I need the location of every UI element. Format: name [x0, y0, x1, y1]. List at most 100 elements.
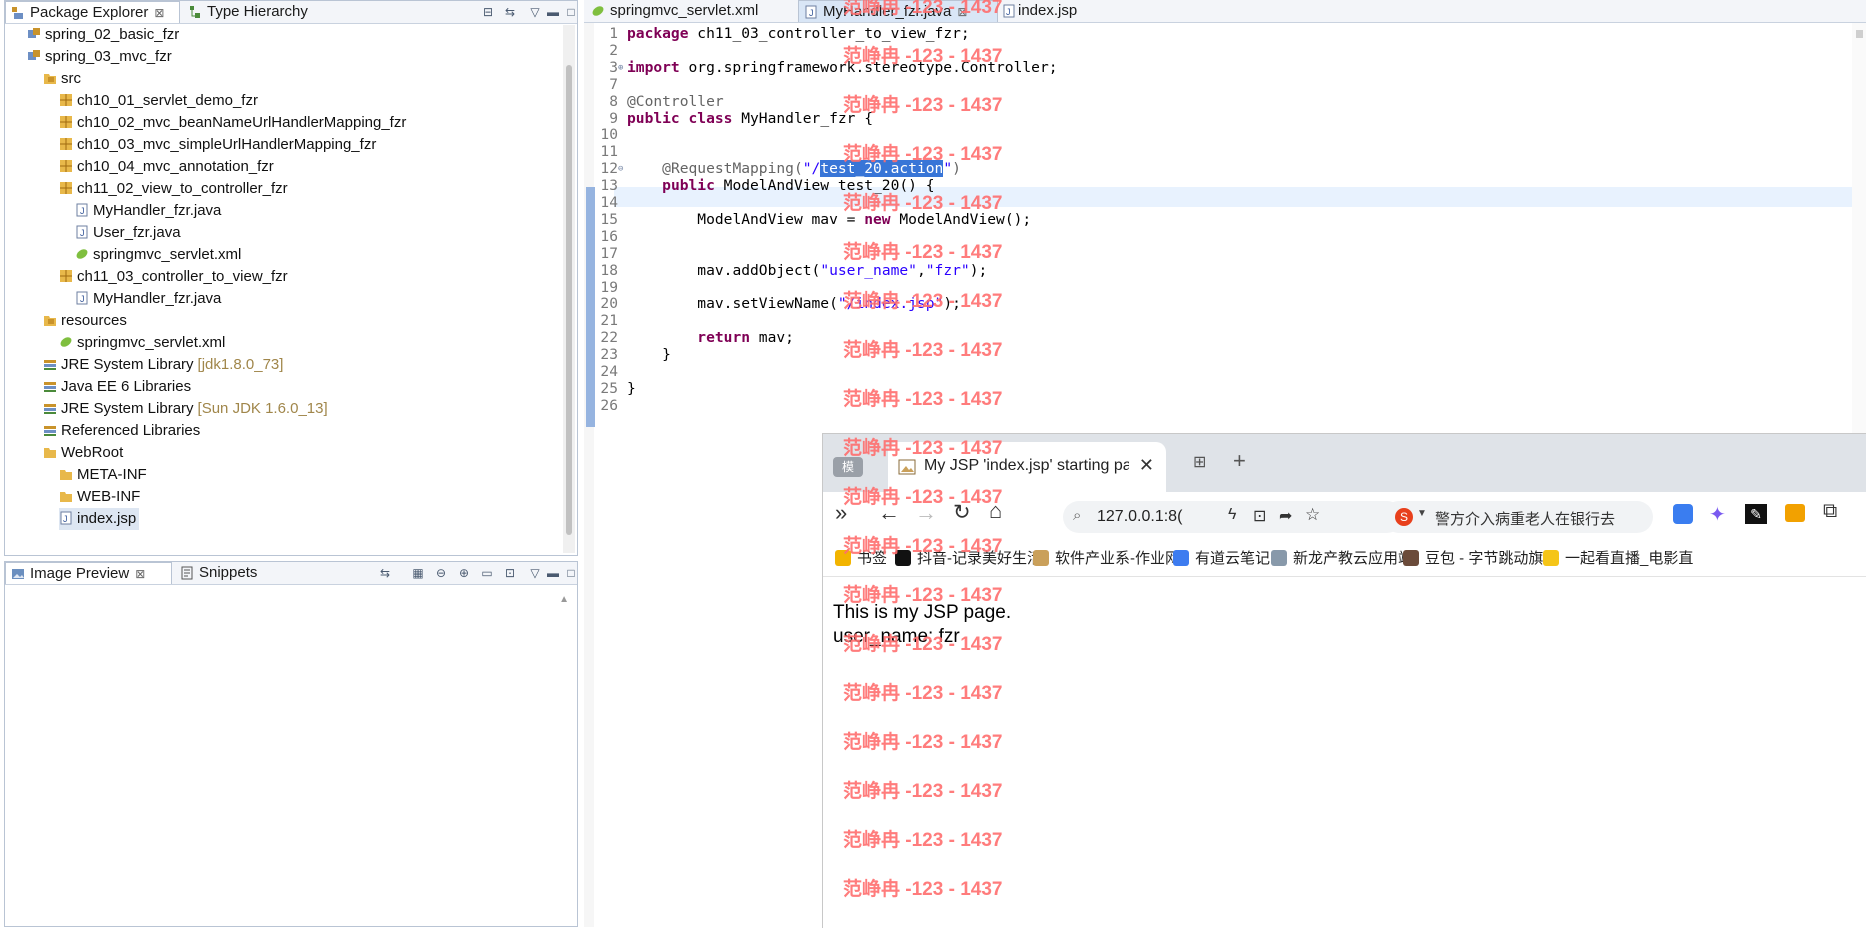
bookmark-item[interactable]: 软件产业系-作业网	[1033, 547, 1180, 568]
tree-node[interactable]: spring_03_mvc_fzr	[27, 46, 172, 68]
maximize-icon[interactable]: □	[563, 565, 579, 581]
reader-icon[interactable]: ⊡	[1253, 506, 1266, 526]
tree-node[interactable]: Jindex.jsp	[59, 508, 140, 530]
pin-icon[interactable]: ⇆	[377, 565, 393, 581]
bookmark-item[interactable]: 豆包 - 字节跳动旗	[1403, 547, 1543, 568]
watermark-text: 范峥冉 -123 - 1437	[843, 438, 1003, 459]
tab-groups-icon[interactable]: ⊞	[1193, 452, 1206, 472]
tree-node[interactable]: resources	[43, 310, 127, 332]
java-file-icon: J	[76, 225, 88, 239]
tab-springmvc-servlet-xml[interactable]: springmvc_servlet.xml	[586, 0, 796, 22]
close-icon[interactable]: ⊠	[135, 567, 145, 581]
fullscreen-icon[interactable]: ⊡	[502, 565, 518, 581]
tree-node[interactable]: ch10_03_mvc_simpleUrlHandlerMapping_fzr	[59, 134, 376, 156]
bookmark-label: 有道云笔记	[1195, 550, 1271, 567]
tab-snippets[interactable]: Snippets	[175, 562, 267, 584]
keyword: public	[627, 109, 680, 127]
code-token: }	[627, 379, 636, 397]
tree-node[interactable]: spring_02_basic_fzr	[27, 24, 179, 46]
fit-icon[interactable]: ▦	[410, 565, 426, 581]
tree-node[interactable]: META-INF	[59, 464, 147, 486]
image-preview-view: Image Preview ⊠ Snippets ⇆ ▦ ⊖ ⊕ ▭ ⊡ ▽ ▬ …	[4, 561, 578, 927]
tab-index-jsp[interactable]: J index.jsp	[1000, 0, 1110, 22]
flash-icon[interactable]: ϟ	[1228, 506, 1236, 524]
tree-node[interactable]: springmvc_servlet.xml	[59, 332, 225, 354]
close-icon[interactable]: ⊠	[154, 6, 164, 20]
tree-node[interactable]: JRE System Library [Sun JDK 1.6.0_13]	[43, 398, 328, 420]
note-icon	[1173, 550, 1189, 567]
tree-scrollbar[interactable]	[563, 25, 575, 553]
tab-package-explorer[interactable]: Package Explorer ⊠	[5, 1, 180, 23]
tree-node[interactable]: Java EE 6 Libraries	[43, 376, 191, 398]
tree-node-label: spring_02_basic_fzr	[45, 26, 180, 43]
package-icon	[60, 270, 72, 283]
tab-mode-button[interactable]: 模	[833, 457, 863, 477]
tab-label: Type Hierarchy	[207, 3, 308, 20]
watermark-text: 范峥冉 -123 - 1437	[843, 683, 1003, 704]
tree-node[interactable]: ch10_01_servlet_demo_fzr	[59, 90, 258, 112]
zoom-in-icon[interactable]: ⊕	[456, 565, 472, 581]
code-text: }	[627, 345, 671, 365]
extension-icon[interactable]: ⧉	[1823, 500, 1837, 523]
search-engine-box[interactable]: S ▼ 警方介入病重老人在银行去	[1383, 501, 1653, 533]
tree-node[interactable]: J MyHandler_fzr.java	[75, 200, 221, 222]
tab-image-preview[interactable]: Image Preview ⊠	[5, 562, 172, 584]
tree-node[interactable]: src	[43, 68, 81, 90]
view-menu-icon[interactable]: ▽	[527, 565, 543, 581]
tree-node[interactable]: J MyHandler_fzr.java	[75, 288, 221, 310]
library-icon	[44, 426, 56, 437]
actual-size-icon[interactable]: ▭	[479, 565, 495, 581]
bookmark-item[interactable]: 有道云笔记	[1173, 547, 1270, 568]
cloud-icon	[1271, 550, 1287, 567]
chevron-down-icon[interactable]: ▼	[1417, 508, 1427, 519]
overview-marker	[1856, 30, 1863, 38]
tab-close-icon[interactable]: ✕	[1139, 455, 1154, 476]
collapse-fold-icon[interactable]: ⊖	[618, 159, 623, 179]
image-preview-tabbar: Image Preview ⊠ Snippets ⇆ ▦ ⊖ ⊕ ▭ ⊡ ▽ ▬ …	[5, 562, 577, 585]
tree-node[interactable]: ch10_04_mvc_annotation_fzr	[59, 156, 274, 178]
ai-sparkle-icon[interactable]: ✦	[1709, 502, 1726, 527]
link-editor-icon[interactable]: ⇆	[502, 4, 518, 20]
tab-label: Snippets	[199, 564, 258, 581]
tree-node[interactable]: springmvc_servlet.xml	[75, 244, 241, 266]
tree-node[interactable]: WEB-INF	[59, 486, 140, 508]
collapse-all-icon[interactable]: ⊟	[480, 4, 496, 20]
translate-icon[interactable]	[1673, 504, 1693, 524]
tree-node[interactable]: WebRoot	[43, 442, 123, 464]
address-bar[interactable]: ⌕ 127.0.0.1:8( ϟ ⊡ ➦ ☆	[1063, 501, 1403, 533]
tree-node-label: index.jsp	[77, 510, 137, 527]
tree-node[interactable]: JRE System Library [jdk1.8.0_73]	[43, 354, 283, 376]
favorite-icon[interactable]: ☆	[1305, 505, 1320, 525]
preview-scroll-up-arrow[interactable]: ▲	[559, 594, 569, 605]
new-tab-icon[interactable]: +	[1233, 448, 1246, 474]
share-icon[interactable]: ➦	[1279, 506, 1292, 526]
minimize-icon[interactable]: ▬	[545, 565, 561, 581]
edit-icon[interactable]: ✎	[1745, 504, 1767, 524]
watermark-text: 范峥冉 -123 - 1437	[843, 634, 1003, 655]
string-literal: "/	[802, 160, 821, 178]
expand-fold-icon[interactable]: ⊕	[618, 58, 623, 78]
maximize-icon[interactable]: □	[563, 4, 579, 20]
view-menu-icon[interactable]: ▽	[527, 4, 543, 20]
code-line[interactable]: 26	[584, 396, 618, 416]
keyword: package	[627, 25, 689, 42]
sogou-icon: S	[1395, 508, 1413, 526]
avatar-icon	[1403, 550, 1419, 567]
tree-node[interactable]: ch11_03_controller_to_view_fzr	[59, 266, 288, 288]
bookmark-item[interactable]: 新龙产教云应用端	[1271, 547, 1413, 568]
tree-node[interactable]: ch11_02_view_to_controller_fzr	[59, 178, 288, 200]
package-explorer-view: Package Explorer ⊠ Type Hierarchy ⊟ ⇆ ▽ ▬…	[4, 0, 578, 556]
tree-node[interactable]: J User_fzr.java	[75, 222, 181, 244]
tree-node[interactable]: Referenced Libraries	[43, 420, 200, 442]
bookmark-item[interactable]: 一起看直播_电影直	[1543, 547, 1693, 568]
folder-sync-icon[interactable]	[1785, 504, 1805, 522]
minimize-icon[interactable]: ▬	[545, 4, 561, 20]
tree-node[interactable]: ch10_02_mvc_beanNameUrlHandlerMapping_fz…	[59, 112, 406, 134]
watermark-text: 范峥冉 -123 - 1437	[843, 193, 1003, 214]
scrollbar-thumb[interactable]	[566, 65, 572, 535]
tab-type-hierarchy[interactable]: Type Hierarchy	[183, 1, 333, 23]
code-token: );	[969, 261, 988, 279]
zoom-out-icon[interactable]: ⊖	[433, 565, 449, 581]
